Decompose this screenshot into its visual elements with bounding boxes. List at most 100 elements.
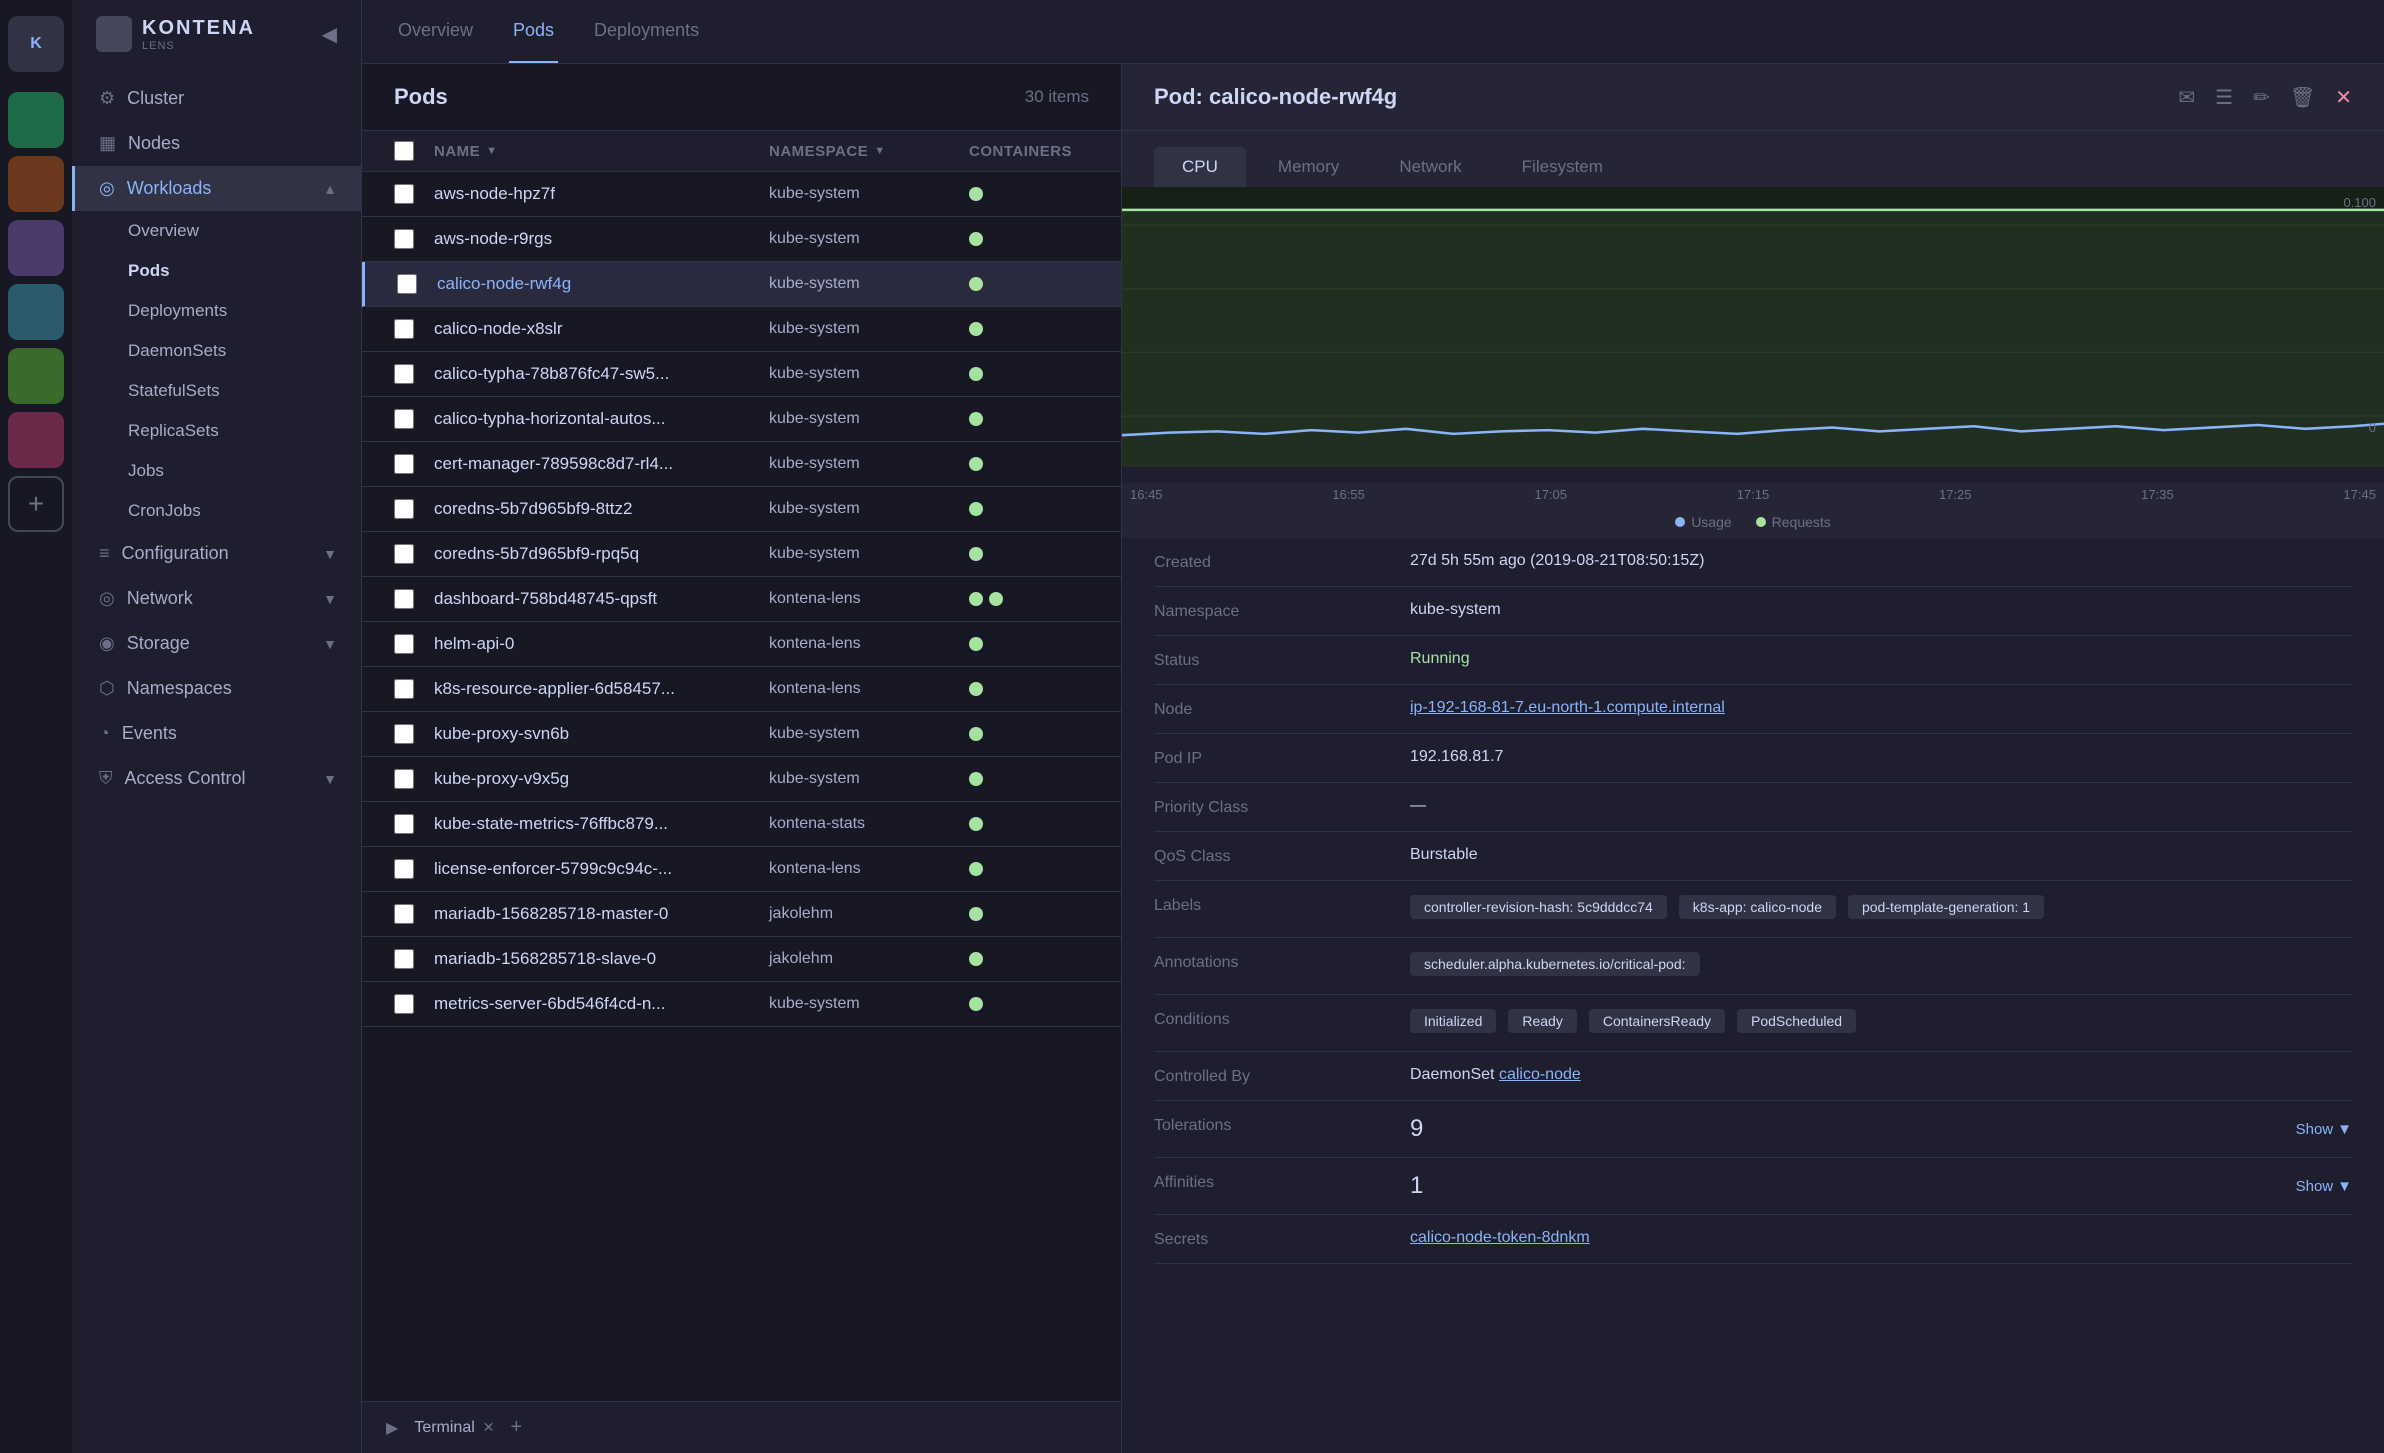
- affinities-show-button[interactable]: Show ▼: [2296, 1178, 2352, 1195]
- brand-logo: KONTENA LENS: [96, 16, 255, 52]
- info-label-affinities: Affinities: [1154, 1172, 1394, 1192]
- terminal-add-button[interactable]: +: [511, 1416, 523, 1439]
- sidebar-sub-jobs[interactable]: Jobs: [72, 451, 361, 491]
- table-row[interactable]: cert-manager-789598c8d7-rl4... kube-syst…: [362, 442, 1121, 487]
- row-checkbox[interactable]: [394, 544, 414, 564]
- info-row-qos-class: QoS Class Burstable: [1154, 832, 2352, 881]
- table-row[interactable]: kube-proxy-svn6b kube-system: [362, 712, 1121, 757]
- tolerations-show-button[interactable]: Show ▼: [2296, 1121, 2352, 1138]
- table-row[interactable]: license-enforcer-5799c9c94c-... kontena-…: [362, 847, 1121, 892]
- table-row[interactable]: mariadb-1568285718-master-0 jakolehm: [362, 892, 1121, 937]
- sidebar-sub-statefulsets[interactable]: StatefulSets: [72, 371, 361, 411]
- row-namespace: kube-system: [769, 410, 969, 428]
- row-checkbox[interactable]: [394, 904, 414, 924]
- list-action-button[interactable]: ☰: [2215, 85, 2233, 110]
- select-all-checkbox[interactable]: [394, 141, 414, 161]
- sidebar-sub-overview[interactable]: Overview: [72, 211, 361, 251]
- chart-tab-memory[interactable]: Memory: [1250, 147, 1367, 187]
- sidebar-sub-daemonsets[interactable]: DaemonSets: [72, 331, 361, 371]
- collapse-sidebar-button[interactable]: ◀: [322, 22, 337, 47]
- table-row[interactable]: calico-typha-78b876fc47-sw5... kube-syst…: [362, 352, 1121, 397]
- pods-title: Pods: [394, 84, 448, 110]
- add-workspace-button[interactable]: +: [8, 476, 64, 532]
- table-row[interactable]: kube-proxy-v9x5g kube-system: [362, 757, 1121, 802]
- sidebar-item-access-control[interactable]: ⛨ Access Control ▼: [72, 756, 361, 801]
- delete-action-button[interactable]: 🗑: [2290, 85, 2315, 110]
- workspace-3-icon[interactable]: [8, 220, 64, 276]
- email-action-button[interactable]: ✉: [2178, 85, 2195, 110]
- row-checkbox[interactable]: [394, 769, 414, 789]
- info-value-namespace: kube-system: [1410, 601, 2352, 619]
- detail-info: Created 27d 5h 55m ago (2019-08-21T08:50…: [1122, 538, 2384, 1453]
- workspace-1-icon[interactable]: [8, 92, 64, 148]
- row-checkbox[interactable]: [394, 724, 414, 744]
- sidebar-sub-deployments[interactable]: Deployments: [72, 291, 361, 331]
- row-checkbox[interactable]: [394, 589, 414, 609]
- table-row[interactable]: aws-node-hpz7f kube-system: [362, 172, 1121, 217]
- info-label-tolerations: Tolerations: [1154, 1115, 1394, 1135]
- chart-tab-network[interactable]: Network: [1371, 147, 1489, 187]
- sidebar-sub-pods[interactable]: Pods: [72, 251, 361, 291]
- info-label-secrets: Secrets: [1154, 1229, 1394, 1249]
- info-value-node[interactable]: ip-192-168-81-7.eu-north-1.compute.inter…: [1410, 699, 2352, 717]
- sidebar-item-cluster[interactable]: ⚙ Cluster: [72, 76, 361, 121]
- sidebar-item-workloads[interactable]: ◎ Workloads ▲: [72, 166, 361, 211]
- table-row[interactable]: aws-node-r9rgs kube-system: [362, 217, 1121, 262]
- edit-action-button[interactable]: ✏: [2253, 85, 2270, 110]
- chart-tab-cpu[interactable]: CPU: [1154, 147, 1246, 187]
- workspace-2-icon[interactable]: [8, 156, 64, 212]
- tab-pods[interactable]: Pods: [509, 0, 558, 63]
- terminal-tab[interactable]: Terminal ✕: [414, 1419, 494, 1437]
- table-row[interactable]: calico-node-rwf4g kube-system: [362, 262, 1121, 307]
- tab-overview[interactable]: Overview: [394, 0, 477, 63]
- table-row[interactable]: mariadb-1568285718-slave-0 jakolehm: [362, 937, 1121, 982]
- row-checkbox[interactable]: [397, 274, 417, 294]
- row-checkbox[interactable]: [394, 814, 414, 834]
- sidebar-sub-replicasets[interactable]: ReplicaSets: [72, 411, 361, 451]
- row-checkbox[interactable]: [394, 859, 414, 879]
- sidebar-sub-cronjobs[interactable]: CronJobs: [72, 491, 361, 531]
- row-checkbox[interactable]: [394, 319, 414, 339]
- controlled-by-link[interactable]: calico-node: [1499, 1066, 1581, 1083]
- row-checkbox[interactable]: [394, 409, 414, 429]
- terminal-close-button[interactable]: ✕: [483, 1419, 495, 1436]
- workspace-5-icon[interactable]: [8, 348, 64, 404]
- row-checkbox[interactable]: [394, 499, 414, 519]
- row-checkbox[interactable]: [394, 679, 414, 699]
- sidebar-item-namespaces[interactable]: ⬡ Namespaces: [72, 666, 361, 711]
- workspace-6-icon[interactable]: [8, 412, 64, 468]
- info-label-priority-class: Priority Class: [1154, 797, 1394, 817]
- row-checkbox[interactable]: [394, 994, 414, 1014]
- sidebar-item-nodes[interactable]: ▦ Nodes: [72, 121, 361, 166]
- info-value-secrets[interactable]: calico-node-token-8dnkm: [1410, 1229, 2352, 1247]
- row-containers: [969, 997, 1089, 1011]
- row-checkbox[interactable]: [394, 229, 414, 249]
- table-row[interactable]: helm-api-0 kontena-lens: [362, 622, 1121, 667]
- row-checkbox[interactable]: [394, 364, 414, 384]
- table-row[interactable]: kube-state-metrics-76ffbc879... kontena-…: [362, 802, 1121, 847]
- close-detail-button[interactable]: ✕: [2335, 85, 2352, 110]
- table-row[interactable]: coredns-5b7d965bf9-8ttz2 kube-system: [362, 487, 1121, 532]
- row-checkbox[interactable]: [394, 949, 414, 969]
- sidebar-item-storage[interactable]: ◉ Storage ▼: [72, 621, 361, 666]
- row-checkbox[interactable]: [394, 184, 414, 204]
- row-checkbox[interactable]: [394, 634, 414, 654]
- label-badge-2: k8s-app: calico-node: [1679, 895, 1836, 919]
- table-row[interactable]: calico-typha-horizontal-autos... kube-sy…: [362, 397, 1121, 442]
- legend-usage: Usage: [1675, 514, 1731, 530]
- chart-tab-filesystem[interactable]: Filesystem: [1494, 147, 1631, 187]
- legend-usage-label: Usage: [1691, 514, 1731, 530]
- table-row[interactable]: calico-node-x8slr kube-system: [362, 307, 1121, 352]
- condition-badge-pod-scheduled: PodScheduled: [1737, 1009, 1856, 1033]
- tab-deployments[interactable]: Deployments: [590, 0, 703, 63]
- sidebar-item-network[interactable]: ◎ Network ▼: [72, 576, 361, 621]
- workspace-4-icon[interactable]: [8, 284, 64, 340]
- table-row[interactable]: dashboard-758bd48745-qpsft kontena-lens: [362, 577, 1121, 622]
- sidebar-item-events[interactable]: ◔ Events: [72, 711, 361, 756]
- row-containers: [969, 547, 1089, 561]
- row-checkbox[interactable]: [394, 454, 414, 474]
- table-row[interactable]: k8s-resource-applier-6d58457... kontena-…: [362, 667, 1121, 712]
- table-row[interactable]: metrics-server-6bd546f4cd-n... kube-syst…: [362, 982, 1121, 1027]
- sidebar-item-configuration[interactable]: ≡ Configuration ▼: [72, 531, 361, 576]
- table-row[interactable]: coredns-5b7d965bf9-rpq5q kube-system: [362, 532, 1121, 577]
